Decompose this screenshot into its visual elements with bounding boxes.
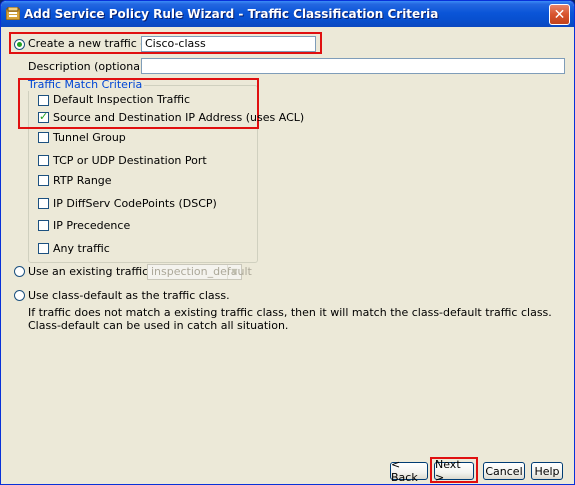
- src-dst-ip-label: Source and Destination IP Address (uses …: [53, 111, 305, 124]
- class-default-radio[interactable]: [14, 290, 25, 301]
- ip-precedence-checkbox[interactable]: [38, 220, 49, 231]
- tcp-udp-port-checkbox[interactable]: [38, 155, 49, 166]
- highlight-create-new: [9, 32, 322, 54]
- app-icon: [6, 7, 20, 20]
- checkmark-icon: ✓: [39, 110, 49, 123]
- class-default-label: Use class-default as the traffic class.: [28, 289, 230, 302]
- close-icon: ✕: [553, 6, 566, 23]
- src-dst-ip-checkbox[interactable]: ✓: [38, 110, 49, 123]
- class-default-description: If traffic does not match a existing tra…: [28, 306, 552, 332]
- rtp-range-label: RTP Range: [53, 174, 112, 187]
- existing-class-select[interactable]: inspection_default ▼: [147, 264, 252, 280]
- close-button[interactable]: ✕: [549, 4, 570, 25]
- ip-precedence-label: IP Precedence: [53, 219, 131, 232]
- help-button[interactable]: Help: [531, 462, 563, 480]
- tunnel-group-label: Tunnel Group: [53, 131, 126, 144]
- rtp-range-checkbox[interactable]: [38, 175, 49, 186]
- description-label: Description (optional):: [28, 60, 152, 73]
- title-bar[interactable]: Add Service Policy Rule Wizard - Traffic…: [1, 1, 574, 27]
- tunnel-group-checkbox[interactable]: [38, 132, 49, 143]
- wizard-window: Add Service Policy Rule Wizard - Traffic…: [0, 0, 575, 485]
- use-existing-radio[interactable]: [14, 266, 25, 277]
- any-traffic-checkbox[interactable]: [38, 243, 49, 254]
- default-inspection-label: Default Inspection Traffic: [53, 93, 191, 106]
- wizard-content: Create a new traffic class: Cisco-class …: [4, 27, 571, 484]
- back-button[interactable]: < Back: [390, 458, 428, 484]
- dscp-label: IP DiffServ CodePoints (DSCP): [53, 197, 217, 210]
- default-inspection-checkbox[interactable]: [38, 95, 49, 106]
- cancel-button[interactable]: Cancel: [483, 462, 525, 480]
- any-traffic-label: Any traffic: [53, 242, 110, 255]
- window-title: Add Service Policy Rule Wizard - Traffic…: [24, 7, 439, 21]
- tcp-udp-port-label: TCP or UDP Destination Port: [53, 154, 207, 167]
- dscp-checkbox[interactable]: [38, 198, 49, 209]
- description-input[interactable]: [141, 58, 565, 74]
- chevron-down-icon: ▼: [227, 265, 241, 279]
- highlight-next: [430, 457, 478, 483]
